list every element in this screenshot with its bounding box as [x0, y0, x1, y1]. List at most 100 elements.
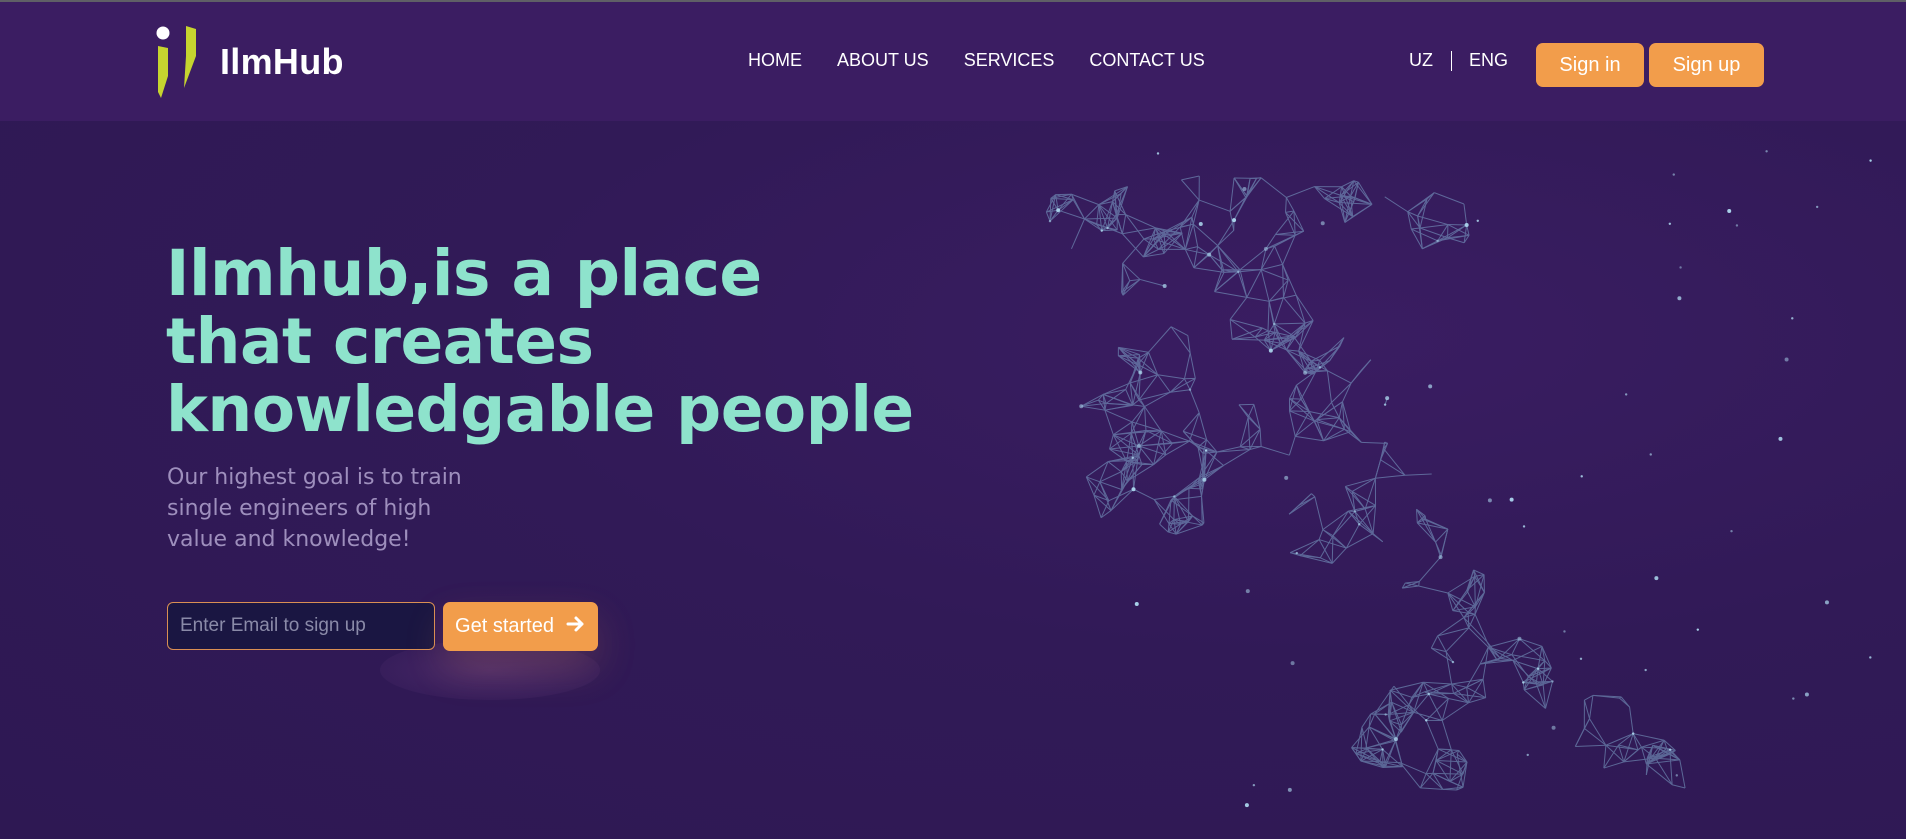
runner-edge [1239, 417, 1249, 447]
runner-edge [1268, 301, 1275, 325]
runner-edge [1299, 539, 1320, 557]
runner-edge [1104, 409, 1133, 423]
runner-edge [1352, 203, 1373, 218]
sign-in-button[interactable]: Sign in [1536, 43, 1644, 87]
runner-edge [1293, 210, 1305, 232]
runner-edge [1419, 224, 1448, 229]
runner-particle [1668, 748, 1672, 751]
nav-home[interactable]: HOME [748, 50, 802, 71]
runner-edge [1633, 733, 1665, 741]
runner-particle [1245, 589, 1250, 594]
runner-edge [1260, 177, 1287, 198]
runner-edge [1452, 590, 1468, 611]
runner-edge [1331, 382, 1352, 403]
runner-edge [1282, 264, 1284, 298]
runner-edge [1435, 541, 1442, 556]
runner-edge [1223, 449, 1251, 466]
runner-particle [1675, 774, 1678, 777]
runner-edge [1144, 406, 1147, 431]
runner-particle [1438, 555, 1443, 560]
lang-uz[interactable]: UZ [1409, 50, 1433, 71]
runner-particle [1287, 787, 1292, 792]
runner-edge [1274, 322, 1306, 325]
runner-edge [1331, 535, 1334, 564]
runner-particle [1784, 357, 1789, 362]
runner-edge [1104, 410, 1114, 435]
nav-about-us[interactable]: ABOUT US [837, 50, 929, 71]
runner-edge [1285, 197, 1287, 213]
runner-edge [1107, 461, 1122, 473]
runner-edge [1445, 627, 1470, 652]
runner-particle [1295, 551, 1298, 555]
runner-particle [1563, 630, 1566, 633]
runner-particle [1156, 152, 1160, 155]
runner-edge [1198, 199, 1231, 212]
runner-edge [1247, 417, 1251, 450]
runner-edge [1583, 718, 1590, 729]
runner-edge [1424, 683, 1452, 693]
runner-edge [1288, 496, 1316, 515]
runner-edge [1437, 627, 1469, 637]
runner-edge [1170, 326, 1189, 336]
runner-particle [1804, 692, 1809, 697]
runner-edge [1632, 733, 1639, 750]
runner-edge [1430, 635, 1439, 649]
runner-edge [1437, 635, 1447, 652]
runner-edge [1405, 582, 1419, 587]
runner-particle [1451, 660, 1455, 664]
runner-edge [1093, 481, 1101, 496]
runner-edge [1121, 214, 1127, 234]
runner-edge [1285, 197, 1295, 212]
runner-particle [1202, 477, 1207, 482]
lang-eng[interactable]: ENG [1469, 50, 1508, 71]
runner-particle [1517, 636, 1522, 641]
runner-edge [1300, 370, 1317, 400]
runner-edge [1110, 489, 1123, 511]
runner-particle [1644, 668, 1647, 672]
runner-edge [1183, 352, 1191, 379]
runner-edge [1170, 326, 1191, 354]
runner-particle [1727, 209, 1732, 214]
runner-edge [1419, 773, 1427, 789]
runner-particle [1188, 388, 1192, 391]
runner-particle [1173, 495, 1176, 498]
runner-edge [1327, 370, 1352, 384]
runner-edge [1474, 614, 1488, 643]
runner-particle [1131, 487, 1136, 492]
site-header: IlmHub HOME ABOUT US SERVICES CONTACT US… [0, 2, 1906, 121]
runner-edge [1404, 473, 1432, 476]
runner-particle [1303, 370, 1308, 375]
runner-particle [1268, 348, 1273, 353]
runner-edge [1672, 784, 1686, 789]
runner-edge [1273, 297, 1284, 325]
brand-logo[interactable]: IlmHub [156, 26, 344, 98]
runner-edge [1447, 237, 1465, 244]
runner-edge [1589, 718, 1607, 746]
runner-edge [1482, 679, 1487, 698]
runner-particle [1869, 656, 1872, 659]
runner-edge [1084, 204, 1100, 220]
runner-particle [1204, 449, 1208, 452]
runner-edge [1583, 699, 1591, 719]
runner-edge [1311, 493, 1316, 498]
runner-edge [1260, 269, 1270, 302]
runner-edge [1383, 448, 1406, 476]
runner-particle [1815, 205, 1819, 209]
runner-particle [1237, 270, 1240, 274]
runner-particle [1735, 224, 1739, 227]
nav-contact-us[interactable]: CONTACT US [1089, 50, 1204, 71]
runner-edge [1442, 788, 1457, 791]
runner-edge [1419, 772, 1434, 789]
get-started-label: Get started [455, 615, 554, 637]
runner-edge [1238, 404, 1249, 418]
runner-particle [1649, 453, 1652, 456]
runner-edge [1118, 354, 1140, 357]
email-input[interactable] [167, 602, 435, 650]
runner-edge [1229, 319, 1233, 340]
sign-up-button[interactable]: Sign up [1649, 43, 1764, 87]
runner-edge [1262, 327, 1269, 332]
nav-services[interactable]: SERVICES [964, 50, 1055, 71]
get-started-button[interactable]: Get started [443, 602, 598, 651]
main-nav: HOME ABOUT US SERVICES CONTACT US [748, 50, 1240, 71]
runner-edge [1189, 352, 1196, 379]
